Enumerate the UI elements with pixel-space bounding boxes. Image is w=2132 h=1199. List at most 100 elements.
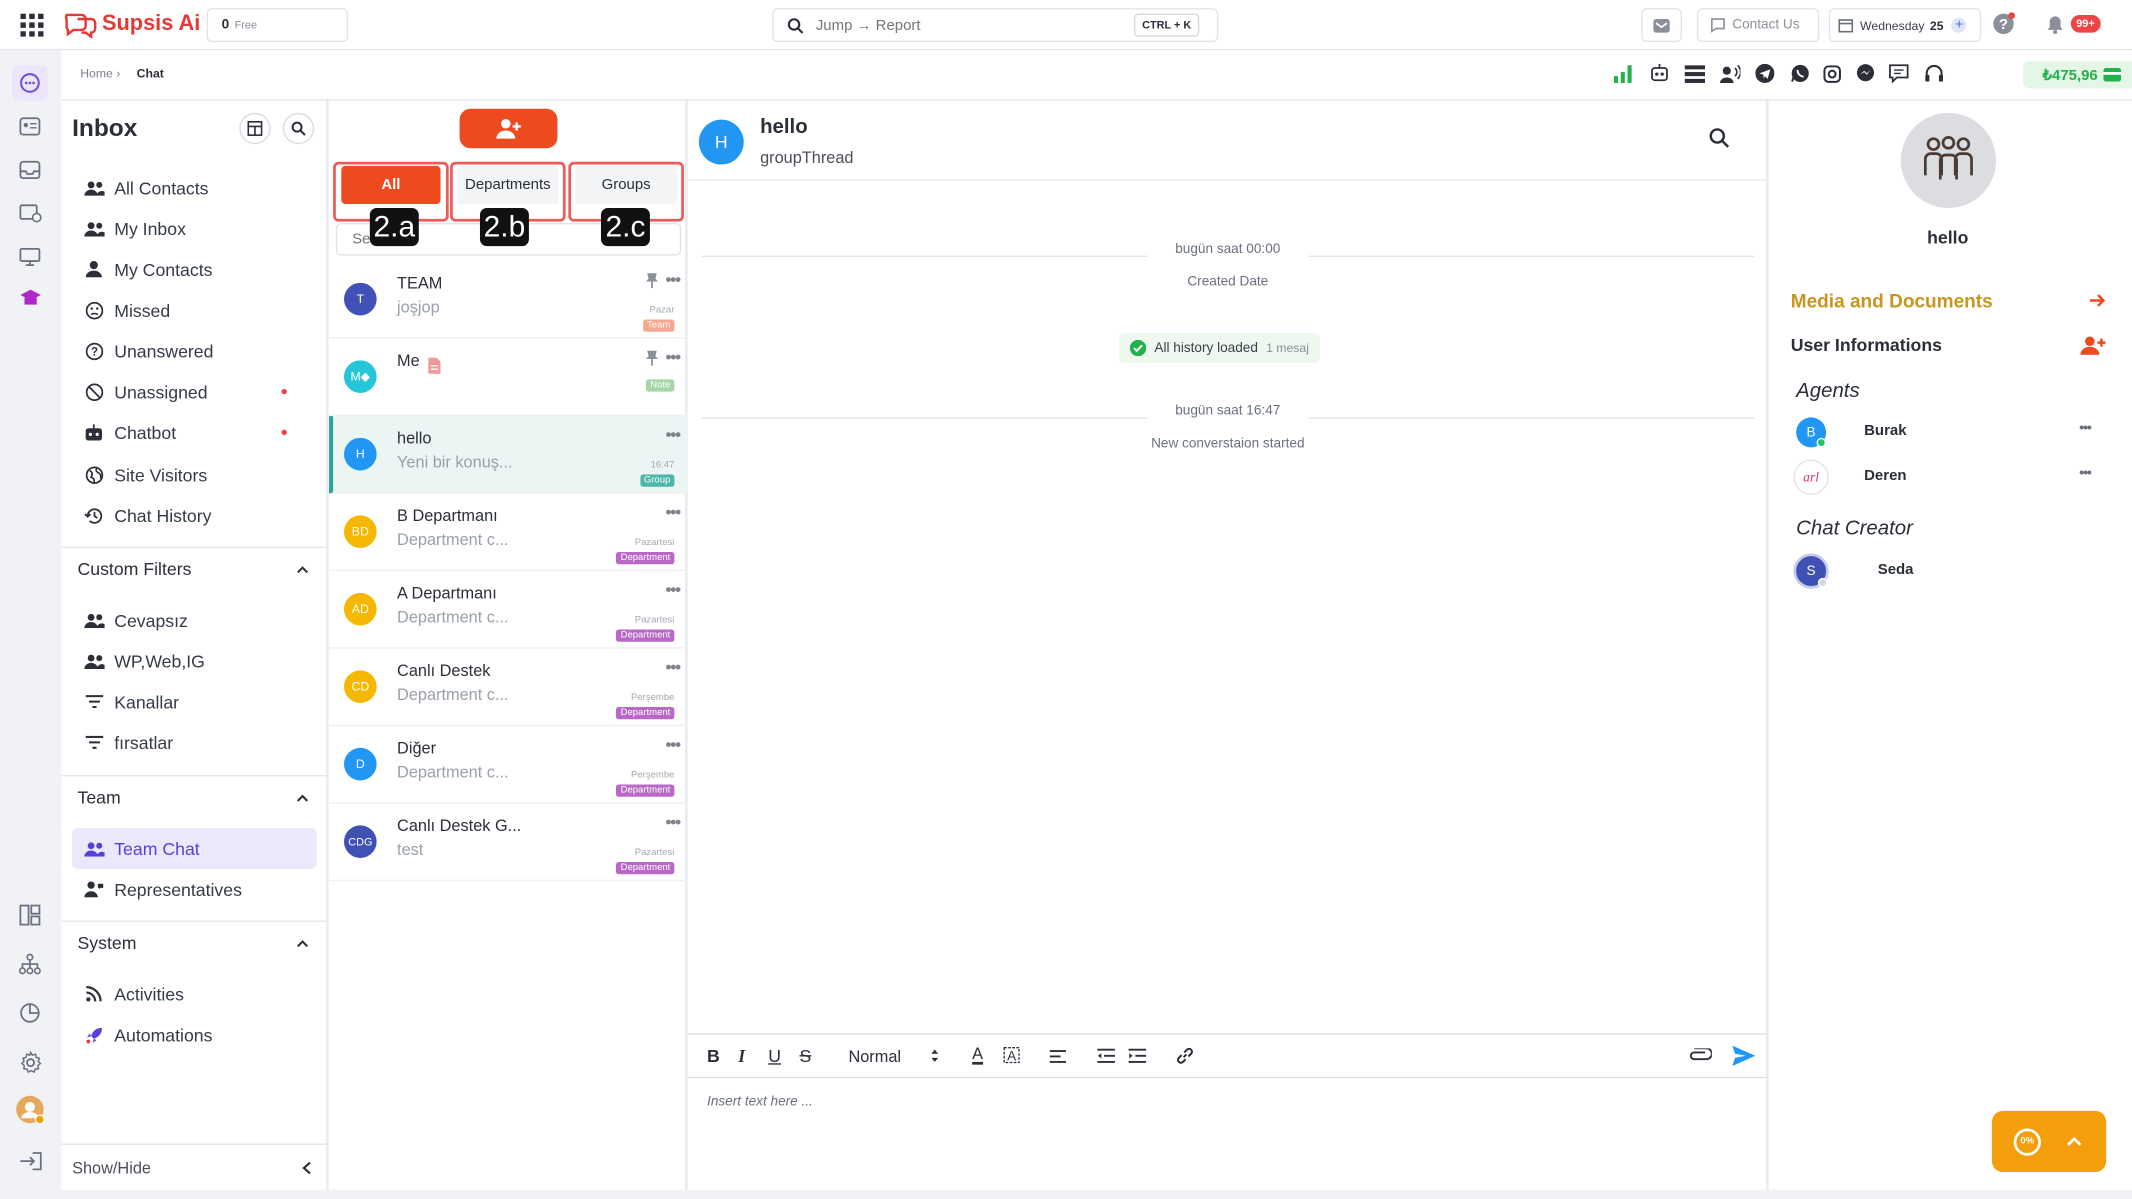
list-item[interactable]: T TEAM joşjop ••• Pazar Team — [329, 261, 687, 339]
indent-icon[interactable] — [1128, 1048, 1147, 1063]
user-informations-link[interactable]: User Informations — [1791, 334, 2106, 355]
floating-progress-widget[interactable]: 0% — [1991, 1110, 2107, 1173]
chat-rail-icon[interactable] — [12, 65, 48, 101]
inbox-icon[interactable] — [15, 155, 45, 185]
select-arrows-icon[interactable] — [930, 1048, 940, 1063]
more-options-icon[interactable]: ••• — [2079, 465, 2092, 481]
pin-icon[interactable] — [645, 349, 659, 366]
list-view-icon[interactable] — [1684, 64, 1720, 83]
attachment-icon[interactable] — [1689, 1048, 1712, 1063]
inbox-tray-button[interactable] — [1641, 8, 1682, 43]
help-icon[interactable]: ? — [1992, 12, 2016, 35]
agent-row[interactable]: arl Deren ••• — [1793, 459, 2108, 495]
more-options-icon[interactable]: ••• — [665, 579, 681, 599]
sidebar-item-representatives[interactable]: Representatives — [72, 872, 317, 907]
sidebar-item-site-visitors[interactable]: Site Visitors — [72, 457, 317, 492]
sms-icon[interactable] — [1889, 64, 1924, 83]
settings-gear-icon[interactable] — [15, 1047, 45, 1077]
sidebar-item-my-contacts[interactable]: My Contacts — [72, 252, 317, 287]
agent-row[interactable]: B Burak ••• — [1796, 417, 2109, 448]
plan-selector[interactable]: 0 Free — [206, 8, 349, 43]
more-options-icon[interactable]: ••• — [665, 812, 681, 832]
messenger-icon[interactable] — [1856, 64, 1889, 83]
bell-icon[interactable] — [2046, 15, 2064, 34]
voice-user-icon[interactable] — [1720, 64, 1755, 83]
org-tree-icon[interactable] — [15, 949, 45, 979]
breadcrumb-home[interactable]: Home › — [80, 67, 120, 81]
list-item[interactable]: D Diğer Department c... ••• Perşembe Dep… — [329, 726, 687, 804]
bold-icon[interactable]: B — [707, 1046, 720, 1066]
more-options-icon[interactable]: ••• — [665, 734, 681, 754]
sidebar-search-button[interactable] — [282, 112, 315, 145]
more-options-icon[interactable]: ••• — [665, 657, 681, 677]
monitor-icon[interactable] — [15, 242, 45, 272]
list-item[interactable]: CDG Canlı Destek G... test ••• Pazartesi… — [329, 804, 687, 882]
sidebar-item-chatbot[interactable]: Chatbot — [72, 415, 317, 450]
tab-all[interactable]: All — [341, 165, 441, 204]
contact-card-icon[interactable] — [15, 111, 45, 141]
sidebar-item-all-contacts[interactable]: All Contacts — [72, 170, 317, 205]
sidebar-item-chat-history[interactable]: Chat History — [72, 498, 317, 533]
strikethrough-icon[interactable]: S — [799, 1046, 811, 1066]
reports-pie-icon[interactable] — [15, 998, 45, 1028]
custom-filters-header[interactable]: Custom Filters — [61, 546, 328, 591]
tab-groups[interactable]: Groups — [575, 165, 678, 204]
creator-row[interactable]: S Seda — [1793, 553, 2108, 589]
signal-bars-icon[interactable] — [1613, 64, 1649, 83]
school-icon[interactable] — [15, 283, 45, 313]
filter-item-firsatlar[interactable]: fırsatlar — [72, 725, 317, 760]
italic-icon[interactable]: I — [738, 1046, 745, 1068]
headset-icon[interactable] — [1924, 64, 1959, 83]
list-item[interactable]: H hello Yeni bir konuş... ••• 16:47 Grou… — [329, 416, 687, 494]
dashboard-layout-icon[interactable] — [15, 900, 45, 930]
system-header[interactable]: System — [61, 920, 328, 965]
sidebar-item-unanswered[interactable]: ? Unanswered — [72, 333, 317, 368]
add-group-button[interactable] — [459, 108, 558, 149]
media-documents-link[interactable]: Media and Documents — [1791, 290, 2106, 311]
date-widget[interactable]: Wednesday 25 + — [1828, 8, 1982, 43]
more-options-icon[interactable]: ••• — [665, 269, 681, 289]
team-header[interactable]: Team — [61, 775, 328, 819]
sidebar-item-activities[interactable]: Activities — [72, 976, 317, 1011]
list-item[interactable]: AD A Departmanı Department c... ••• Paza… — [329, 571, 687, 649]
underline-icon[interactable]: U — [768, 1046, 781, 1066]
apps-grid-icon[interactable] — [20, 13, 44, 37]
filter-item-cevapsiz[interactable]: Cevapsız — [72, 602, 317, 637]
pin-icon[interactable] — [645, 272, 659, 289]
sidebar-item-unassigned[interactable]: Unassigned — [72, 374, 317, 409]
balance-widget[interactable]: ₺475,96 — [2023, 61, 2132, 89]
sidebar-item-team-chat[interactable]: Team Chat — [72, 828, 317, 869]
more-options-icon[interactable]: ••• — [2079, 420, 2092, 436]
tab-departments[interactable]: Departments — [456, 165, 559, 204]
show-hide-toggle[interactable]: Show/Hide — [61, 1143, 328, 1189]
telegram-icon[interactable] — [1755, 63, 1790, 83]
highlight-icon[interactable]: A — [1003, 1046, 1020, 1063]
filter-item-wp-web-ig[interactable]: WP,Web,IG — [72, 643, 317, 678]
brand-logo[interactable]: Supsis Ai — [63, 10, 201, 40]
user-avatar-icon[interactable] — [15, 1095, 45, 1125]
add-user-icon[interactable] — [2080, 335, 2106, 355]
sign-in-icon[interactable] — [15, 1146, 45, 1176]
robot-icon[interactable] — [1649, 63, 1684, 83]
text-color-icon[interactable]: A — [972, 1046, 984, 1065]
instagram-icon[interactable] — [1823, 64, 1856, 83]
link-icon[interactable] — [1176, 1047, 1194, 1065]
align-left-icon[interactable] — [1049, 1050, 1066, 1064]
more-options-icon[interactable]: ••• — [665, 424, 681, 444]
media-settings-icon[interactable] — [15, 199, 45, 229]
outdent-icon[interactable] — [1097, 1048, 1115, 1063]
more-options-icon[interactable]: ••• — [665, 502, 681, 522]
list-item[interactable]: BD B Departmanı Department c... ••• Paza… — [329, 494, 687, 572]
more-options-icon[interactable]: ••• — [665, 347, 681, 367]
format-select[interactable]: Normal — [848, 1047, 901, 1066]
global-search[interactable]: CTRL + K — [772, 8, 1219, 43]
message-input[interactable]: Insert text here ... — [707, 1095, 813, 1110]
list-item[interactable]: M◆ Me ••• Note — [329, 339, 687, 417]
filter-item-kanallar[interactable]: Kanallar — [72, 684, 317, 719]
chat-search-icon[interactable] — [1709, 128, 1730, 148]
global-search-input[interactable] — [813, 15, 1126, 35]
add-date-icon[interactable]: + — [1951, 17, 1967, 33]
sidebar-item-automations[interactable]: Automations — [72, 1017, 317, 1052]
layout-toggle-button[interactable] — [239, 112, 271, 145]
send-icon[interactable] — [1732, 1045, 1756, 1066]
